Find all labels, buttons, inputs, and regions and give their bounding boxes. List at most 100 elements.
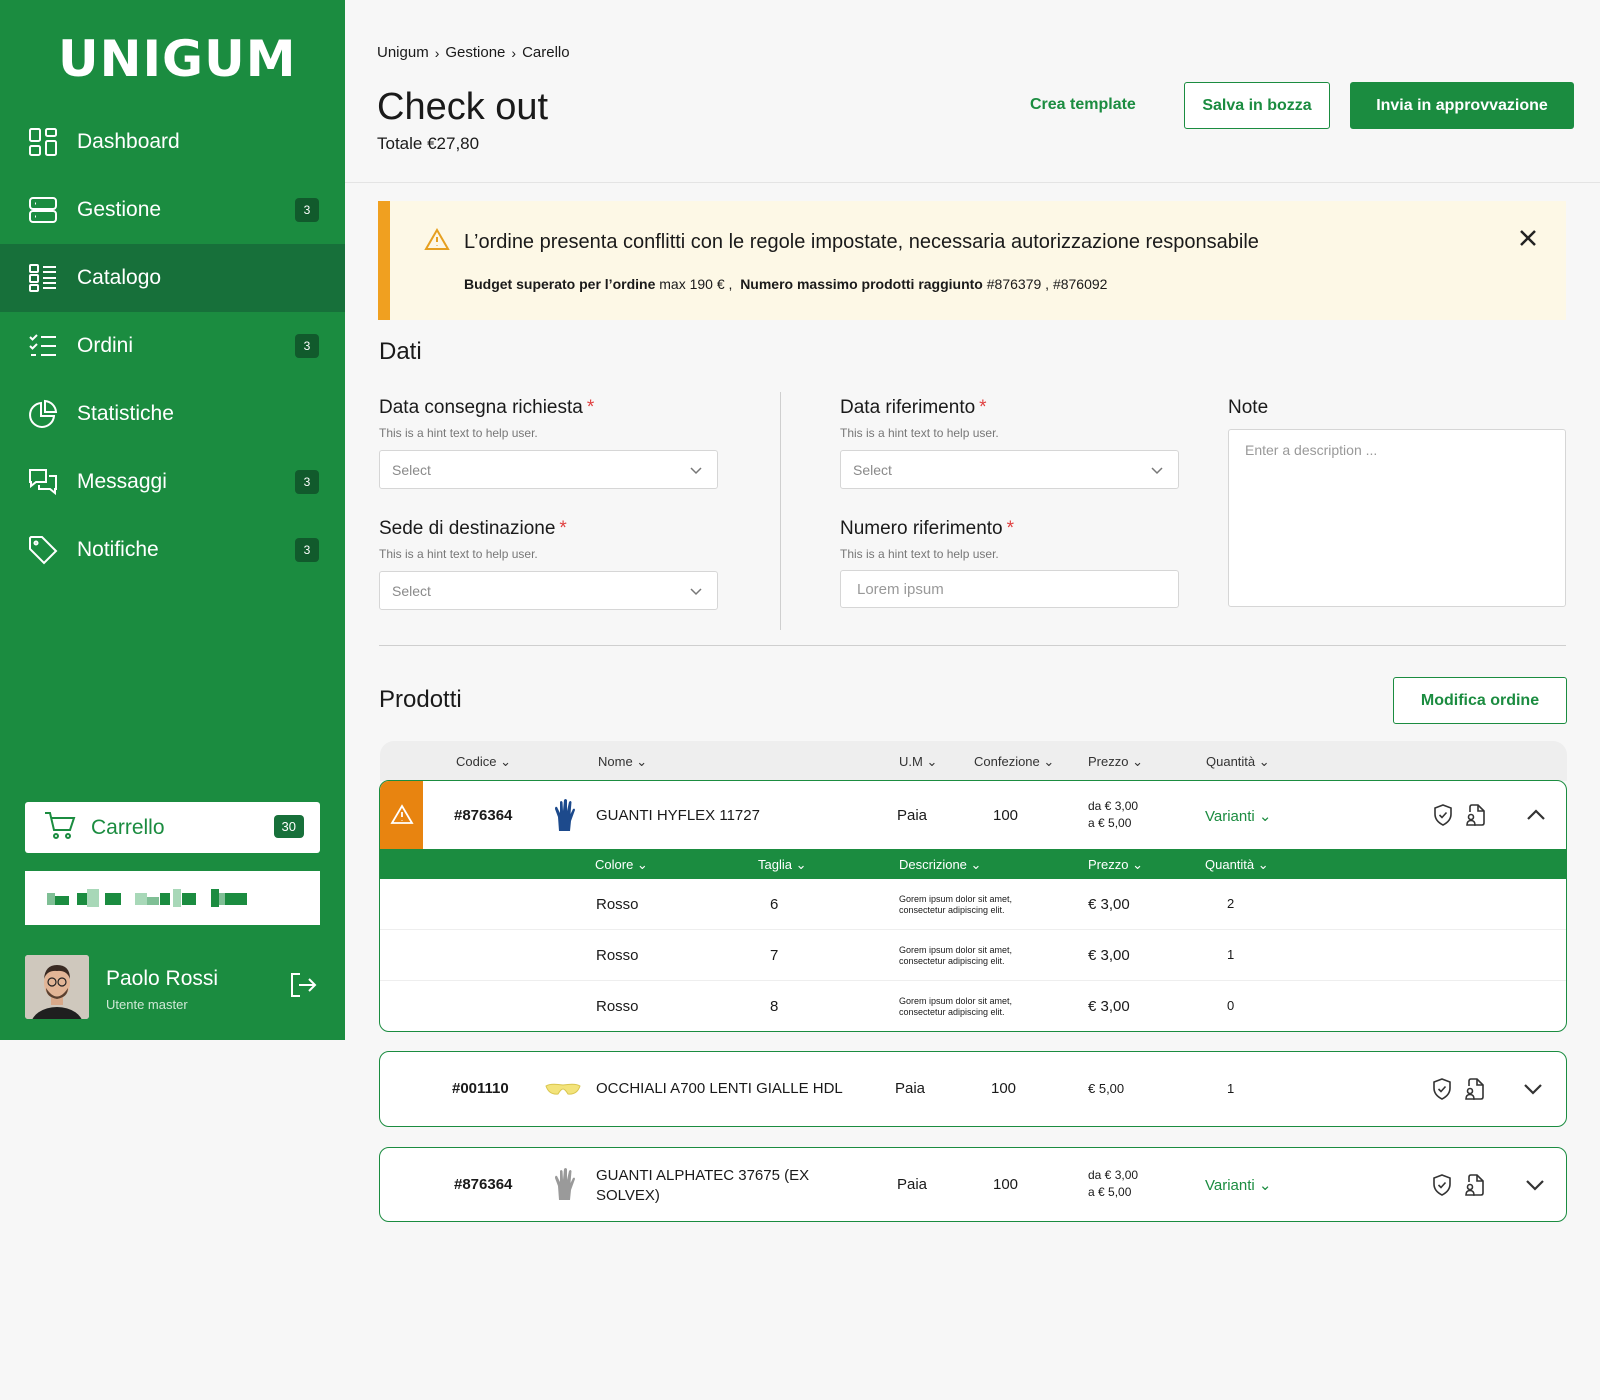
note-textarea[interactable]: Enter a description ...: [1228, 429, 1566, 607]
sidebar-item-gestione[interactable]: Gestione 3: [0, 176, 345, 244]
column-header-confezione[interactable]: Confezione ⌄: [974, 754, 1054, 770]
conflict-alert: L’ordine presenta conflitti con le regol…: [378, 201, 1566, 320]
column-header-um[interactable]: U.M ⌄: [899, 754, 937, 770]
product-row[interactable]: #876364 GUANTI ALPHATEC 37675 (EX SOLVEX)…: [379, 1147, 1567, 1222]
cart-button[interactable]: Carrello 30: [25, 802, 320, 853]
user-role: Utente master: [106, 997, 188, 1012]
data-consegna-select[interactable]: Select: [379, 450, 718, 489]
variant-price: € 3,00: [1088, 947, 1130, 964]
logout-icon[interactable]: [287, 969, 319, 1001]
sede-label: Sede di destinazione *: [379, 518, 567, 539]
sidebar-item-dashboard[interactable]: Dashboard: [0, 108, 345, 176]
variant-row[interactable]: Rosso 6 Gorem ipsum dolor sit amet, conse…: [380, 879, 1566, 930]
field-hint: This is a hint text to help user.: [840, 547, 999, 561]
product-pack: 100: [993, 1176, 1019, 1193]
field-hint: This is a hint text to help user.: [379, 426, 538, 440]
numero-riferimento-input[interactable]: Lorem ipsum: [840, 570, 1179, 608]
sidebar-item-statistiche[interactable]: Statistiche: [0, 380, 345, 448]
save-draft-button[interactable]: Salva in bozza: [1184, 82, 1330, 129]
variant-qty: 0: [1227, 998, 1235, 1013]
edit-order-button[interactable]: Modifica ordine: [1393, 677, 1567, 724]
variant-price: € 3,00: [1088, 896, 1130, 913]
document-user-icon[interactable]: [1463, 1077, 1487, 1101]
shield-icon[interactable]: [1430, 1077, 1454, 1101]
chevron-up-icon[interactable]: [1524, 803, 1548, 827]
variants-toggle[interactable]: Varianti ⌄: [1205, 1176, 1272, 1194]
avatar[interactable]: [25, 955, 89, 1019]
create-template-button[interactable]: Crea template: [1030, 96, 1136, 114]
column-header-colore[interactable]: Colore ⌄: [595, 857, 648, 873]
sidebar-item-label: Notifiche: [77, 538, 159, 561]
sidebar-item-label: Ordini: [77, 334, 134, 357]
shield-icon[interactable]: [1431, 803, 1455, 827]
count-badge: 3: [295, 334, 319, 358]
alert-budget-label: Budget superato per l’ordine: [464, 276, 656, 292]
chevron-down-icon[interactable]: [1521, 1077, 1545, 1101]
column-header-nome[interactable]: Nome ⌄: [598, 754, 647, 770]
product-name: GUANTI HYFLEX 11727: [596, 807, 760, 824]
variant-row[interactable]: Rosso 7 Gorem ipsum dolor sit amet, conse…: [380, 930, 1566, 981]
data-consegna-label: Data consegna richiesta *: [379, 397, 595, 418]
user-name: Paolo Rossi: [106, 967, 219, 990]
product-code: #876364: [454, 807, 513, 824]
chevron-right-icon: ›: [511, 44, 517, 61]
column-header-prezzo[interactable]: Prezzo ⌄: [1088, 857, 1143, 873]
product-qty: 1: [1227, 1081, 1235, 1096]
chevron-down-icon[interactable]: [1523, 1173, 1547, 1197]
document-user-icon[interactable]: [1463, 1173, 1487, 1197]
chat-icon: [27, 466, 59, 498]
dati-title: Dati: [379, 338, 422, 365]
close-icon[interactable]: [1517, 227, 1539, 249]
column-header-quantita[interactable]: Quantità ⌄: [1205, 857, 1269, 873]
variant-color: Rosso: [596, 998, 639, 1015]
sidebar-item-messaggi[interactable]: Messaggi 3: [0, 448, 345, 516]
server-icon: [27, 194, 59, 226]
submit-approval-button[interactable]: Invia in approvvazione: [1350, 82, 1574, 129]
breadcrumb-item[interactable]: Carello: [522, 44, 570, 61]
glasses-thumbnail: [545, 1083, 581, 1095]
unigum-logo[interactable]: UNIGUM: [58, 30, 296, 88]
cart-count-badge: 30: [273, 815, 304, 838]
document-user-icon[interactable]: [1464, 803, 1488, 827]
sidebar-item-ordini[interactable]: Ordini 3: [0, 312, 345, 380]
table-header: Codice ⌄ Nome ⌄ U.M ⌄ Confezione ⌄ Prezz…: [380, 741, 1567, 781]
variant-description: Gorem ipsum dolor sit amet, consectetur a…: [899, 894, 1013, 915]
variant-size: 7: [770, 947, 779, 964]
chevron-right-icon: ›: [434, 44, 440, 61]
variant-qty: 2: [1227, 896, 1235, 911]
cart-label: Carrello: [91, 815, 165, 839]
variant-row[interactable]: Rosso 8 Gorem ipsum dolor sit amet, conse…: [380, 981, 1566, 1032]
alert-detail: Budget superato per l’ordine max 190 € ,…: [464, 276, 1107, 292]
data-riferimento-select[interactable]: Select: [840, 450, 1179, 489]
pixelated-company-logo: [25, 871, 320, 925]
warning-icon: [380, 781, 423, 849]
shield-icon[interactable]: [1430, 1173, 1454, 1197]
product-pack: 100: [991, 1080, 1017, 1097]
breadcrumb-item[interactable]: Unigum: [377, 44, 429, 61]
data-riferimento-label: Data riferimento *: [840, 397, 987, 418]
product-price: € 5,00: [1088, 1081, 1125, 1096]
variant-size: 8: [770, 998, 779, 1015]
column-header-prezzo[interactable]: Prezzo ⌄: [1088, 754, 1143, 770]
breadcrumb-item[interactable]: Gestione: [445, 44, 505, 61]
alert-title: L’ordine presenta conflitti con le regol…: [464, 231, 1259, 253]
variant-size: 6: [770, 896, 779, 913]
column-header-taglia[interactable]: Taglia ⌄: [758, 857, 806, 873]
variant-price: € 3,00: [1088, 998, 1130, 1015]
column-header-descrizione[interactable]: Descrizione ⌄: [899, 857, 981, 873]
column-header-codice[interactable]: Codice ⌄: [456, 754, 511, 770]
list-icon: [27, 262, 59, 294]
variant-description: Gorem ipsum dolor sit amet, consectetur a…: [899, 945, 1013, 966]
column-header-quantita[interactable]: Quantità ⌄: [1206, 754, 1270, 770]
sede-select[interactable]: Select: [379, 571, 718, 610]
product-row[interactable]: #876364 GUANTI HYFLEX 11727 Paia 100 da …: [379, 780, 1567, 1032]
sidebar-item-catalogo[interactable]: Catalogo: [0, 244, 345, 312]
product-row[interactable]: #001110 OCCHIALI A700 LENTI GIALLE HDL P…: [379, 1051, 1567, 1127]
product-um: Paia: [895, 1080, 926, 1097]
sidebar-nav: Dashboard Gestione 3 Catalogo Ordini 3 S…: [0, 108, 345, 584]
sidebar-item-notifiche[interactable]: Notifiche 3: [0, 516, 345, 584]
product-um: Paia: [897, 1176, 928, 1193]
count-badge: 3: [295, 538, 319, 562]
variants-toggle[interactable]: Varianti ⌄: [1205, 807, 1272, 825]
section-divider: [379, 645, 1566, 646]
